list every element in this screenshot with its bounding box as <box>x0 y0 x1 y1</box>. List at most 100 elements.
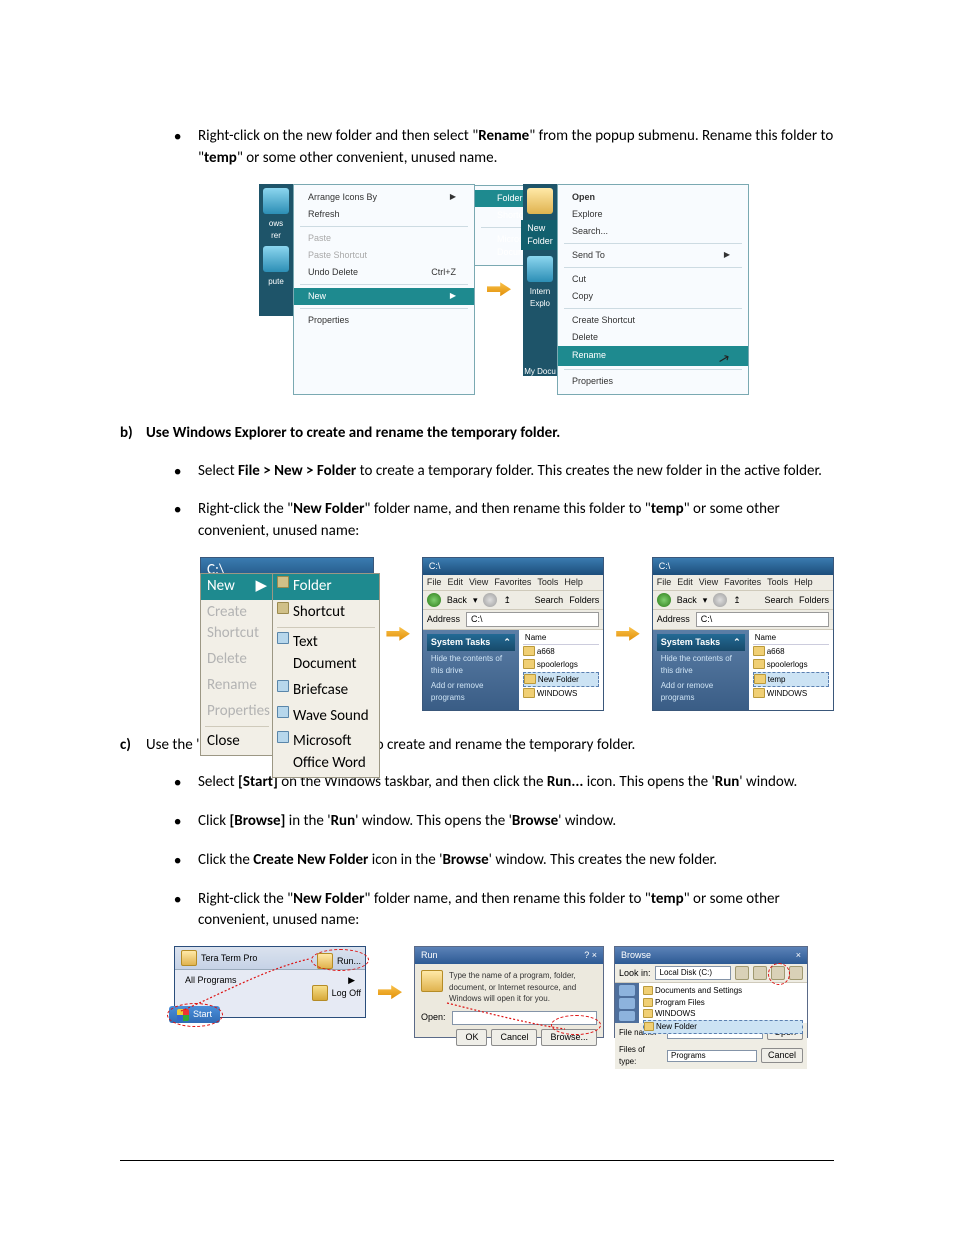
file-item[interactable]: Program Files <box>643 997 803 1009</box>
explorer-file-menu[interactable]: C:\ File Edit View Favorites Tools Help … <box>200 557 374 711</box>
browse-dialog[interactable]: Browse× Look in: Local Disk (C:) Docu <box>614 946 808 1038</box>
back-button[interactable] <box>427 593 441 607</box>
file-item[interactable]: spoolerlogs <box>523 658 599 672</box>
file-type-combobox[interactable]: Programs <box>667 1050 757 1062</box>
dialog-close[interactable]: ? × <box>584 949 597 962</box>
file-list[interactable]: Name a668 spoolerlogs New Folder WINDOWS <box>519 630 603 709</box>
tasks-panel[interactable]: System Tasks⌃ Hide the contents of this … <box>653 630 749 709</box>
address-input[interactable]: C:\ <box>696 612 829 627</box>
windows-logo-icon <box>177 1009 189 1021</box>
folder-context-menu[interactable]: Open Explore Search... Send To▶ Cut Copy… <box>557 184 749 395</box>
menu-item-search[interactable]: Search... <box>558 223 748 240</box>
place-icon[interactable] <box>619 1011 635 1022</box>
menubar[interactable]: FileEditView FavoritesToolsHelp <box>653 575 833 591</box>
menu-item-new[interactable]: New▶ Folder Shortcut Microsoft Office Wo… <box>294 288 474 305</box>
views-icon[interactable] <box>789 966 803 980</box>
task-link[interactable]: Hide the contents of this drive <box>657 651 745 678</box>
menu-item-rename[interactable]: Rename <box>558 346 748 366</box>
submenu-item-wave[interactable]: Wave Sound <box>273 704 379 730</box>
up-button[interactable]: ↥ <box>733 594 741 607</box>
cancel-button[interactable]: Cancel <box>491 1029 537 1046</box>
new-folder-icon[interactable] <box>771 966 785 980</box>
back-icon[interactable] <box>735 966 749 980</box>
place-icon[interactable] <box>619 998 635 1009</box>
file-item-selected[interactable]: temp <box>753 672 829 688</box>
menu-item-new[interactable]: New▶ <box>201 574 273 600</box>
place-icon[interactable] <box>619 985 635 996</box>
run-dialog[interactable]: Run? × Type the name of a program, folde… <box>414 946 604 1038</box>
forward-button[interactable] <box>713 593 727 607</box>
file-list[interactable]: Documents and Settings Program Files WIN… <box>639 983 807 1023</box>
menu-item-properties[interactable]: Properties <box>294 312 474 329</box>
menubar[interactable]: FileEditView FavoritesToolsHelp <box>423 575 603 591</box>
explorer-window-new-folder[interactable]: C:\ FileEditView FavoritesToolsHelp Back… <box>422 557 604 711</box>
collapse-icon[interactable]: ⌃ <box>503 636 511 649</box>
file-list[interactable]: Name a668 spoolerlogs temp WINDOWS <box>749 630 833 709</box>
start-menu-excerpt[interactable]: Tera Term Pro All Programs▶ Run... Log O… <box>174 946 366 1018</box>
menu-item-delete[interactable]: Delete <box>558 329 748 346</box>
menu-item-copy[interactable]: Copy <box>558 288 748 305</box>
look-in-combobox[interactable]: Local Disk (C:) <box>655 966 731 980</box>
address-bar[interactable]: Address C:\ <box>653 610 833 630</box>
ok-button[interactable]: OK <box>456 1029 487 1046</box>
file-item[interactable]: a668 <box>523 645 599 659</box>
toolbar[interactable]: Back▾ ↥ Search Folders <box>653 591 833 610</box>
open-combobox[interactable] <box>452 1011 597 1025</box>
task-link[interactable]: Hide the contents of this drive <box>427 651 515 678</box>
folders-button[interactable]: Folders <box>569 594 599 607</box>
new-submenu[interactable]: Folder Shortcut Text Document Briefcase … <box>272 573 380 778</box>
submenu-item-shortcut[interactable]: Shortcut <box>273 600 379 626</box>
menu-item-arrange-icons[interactable]: Arrange Icons By▶ <box>294 189 474 206</box>
back-button[interactable] <box>657 593 671 607</box>
desktop-context-menu[interactable]: Arrange Icons By▶ Refresh Paste Paste Sh… <box>293 184 475 395</box>
address-input[interactable]: C:\ <box>466 612 599 627</box>
file-item[interactable]: spoolerlogs <box>753 658 829 672</box>
forward-button[interactable] <box>483 593 497 607</box>
chevron-right-icon: ▶ <box>724 249 730 261</box>
collapse-icon[interactable]: ⌃ <box>733 636 741 649</box>
places-bar[interactable] <box>615 983 639 1023</box>
file-item[interactable]: Documents and Settings <box>643 985 803 997</box>
chevron-right-icon: ▶ <box>255 576 267 598</box>
menu-item-close[interactable]: Close <box>201 729 273 755</box>
submenu-item-word[interactable]: Microsoft Office Word <box>273 729 379 777</box>
start-button[interactable]: Start <box>169 1006 220 1023</box>
submenu-item-briefcase[interactable]: Briefcase <box>273 678 379 704</box>
menu-item-undo-delete[interactable]: Undo DeleteCtrl+Z <box>294 264 474 281</box>
file-item[interactable]: WINDOWS <box>643 1008 803 1020</box>
folders-button[interactable]: Folders <box>799 594 829 607</box>
file-item-selected[interactable]: New Folder <box>523 672 599 688</box>
explorer-window-renamed[interactable]: C:\ FileEditView FavoritesToolsHelp Back… <box>652 557 834 711</box>
run-item[interactable]: Run... <box>317 953 361 969</box>
menu-item-properties[interactable]: Properties <box>558 373 748 390</box>
up-icon[interactable] <box>753 966 767 980</box>
menu-item-create-shortcut[interactable]: Create Shortcut <box>558 312 748 329</box>
toolbar[interactable]: Back▾ ↥ Search Folders <box>423 591 603 610</box>
up-button[interactable]: ↥ <box>503 594 511 607</box>
file-item-selected[interactable]: New Folder <box>643 1020 803 1034</box>
task-link[interactable]: Add or remove programs <box>427 678 515 705</box>
column-header[interactable]: Name <box>523 632 599 645</box>
menu-item-send-to[interactable]: Send To▶ <box>558 247 748 264</box>
browse-button[interactable]: Browse... <box>541 1029 597 1046</box>
menu-item-refresh[interactable]: Refresh <box>294 206 474 223</box>
tasks-panel[interactable]: System Tasks⌃ Hide the contents of this … <box>423 630 519 709</box>
search-button[interactable]: Search <box>764 594 793 607</box>
column-header[interactable]: Name <box>753 632 829 645</box>
dialog-close[interactable]: × <box>796 949 801 962</box>
logoff-item[interactable]: Log Off <box>312 985 361 1001</box>
menu-item-explore[interactable]: Explore <box>558 206 748 223</box>
file-item[interactable]: a668 <box>753 645 829 659</box>
file-dropdown[interactable]: New▶ Create Shortcut Delete Rename Prope… <box>200 573 274 756</box>
task-link[interactable]: Add or remove programs <box>657 678 745 705</box>
cancel-button[interactable]: Cancel <box>761 1048 803 1063</box>
submenu-item-folder[interactable]: Folder <box>273 574 379 600</box>
file-item[interactable]: WINDOWS <box>753 687 829 701</box>
address-bar[interactable]: Address C:\ <box>423 610 603 630</box>
pinned-app-label[interactable]: Tera Term Pro <box>201 952 257 965</box>
menu-item-cut[interactable]: Cut <box>558 271 748 288</box>
menu-item-open[interactable]: Open <box>558 189 748 206</box>
submenu-item-text[interactable]: Text Document <box>273 630 379 678</box>
search-button[interactable]: Search <box>535 594 564 607</box>
file-item[interactable]: WINDOWS <box>523 687 599 701</box>
